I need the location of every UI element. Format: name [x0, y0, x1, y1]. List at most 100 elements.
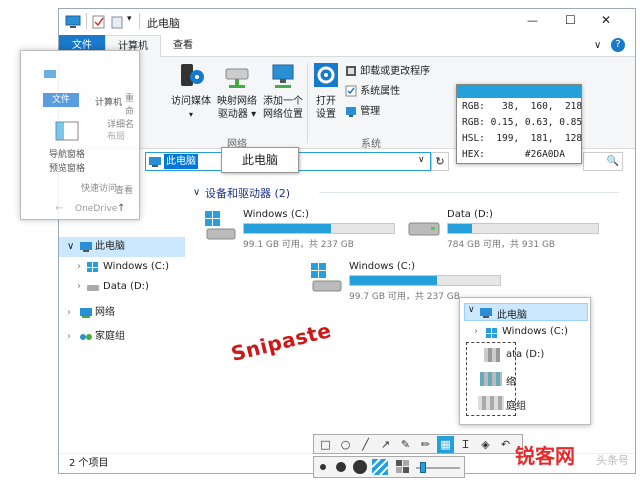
nav-item-homegroup[interactable]: › 家庭组: [59, 327, 185, 347]
nav-item-this-pc[interactable]: ∨ 此电脑: [59, 237, 185, 257]
ellipse-tool-icon[interactable]: ○: [337, 436, 354, 453]
chevron-right-icon[interactable]: ›: [77, 277, 81, 297]
drive-tile[interactable]: Windows (C:) 99.1 GB 可用，共 237 GB: [203, 207, 403, 251]
windows-drive-icon: [87, 262, 98, 272]
refresh-button[interactable]: ↻: [431, 152, 449, 171]
drive-usage-bar: [243, 223, 395, 234]
chevron-right-icon[interactable]: ›: [67, 303, 71, 323]
system-properties-label: 系统属性: [360, 86, 401, 97]
marker-tool-icon[interactable]: ✏: [417, 436, 434, 453]
new-folder-icon[interactable]: [111, 15, 123, 29]
nav-item-network[interactable]: › 网络: [59, 303, 185, 323]
computer-icon: [44, 70, 56, 78]
annotation-toolbar: □ ○ ╱ ↗ ✎ ✏ ▦ Ｉ ◈ ↶: [313, 434, 523, 454]
computer-icon: [149, 157, 161, 167]
ghost-arrow-left-icon: ←: [55, 203, 64, 214]
map-drive-label: 映射网络: [217, 96, 257, 107]
system-properties-button[interactable]: 系统属性: [345, 85, 400, 99]
nav-item-windows-c[interactable]: › Windows (C:): [59, 257, 185, 277]
eraser-tool-icon[interactable]: ◈: [477, 436, 494, 453]
open-settings-button[interactable]: 打开 设置: [311, 61, 341, 121]
access-media-button[interactable]: 访问媒体 ▾: [171, 61, 211, 121]
mosaic-block: [480, 372, 502, 386]
color-swatch: [457, 85, 581, 98]
nav-windows-c-label: Windows (C:): [103, 261, 169, 272]
address-dropdown-icon[interactable]: ∨: [418, 155, 425, 165]
nav-homegroup-label: 家庭组: [95, 331, 125, 342]
add-network-location-button[interactable]: 添加一个 网络位置: [261, 61, 305, 121]
properties-icon[interactable]: [92, 15, 106, 29]
tab-view[interactable]: 查看: [163, 35, 203, 57]
pen-tool-icon[interactable]: ✎: [397, 436, 414, 453]
nav-data-d-label: Data (D:): [103, 281, 149, 292]
drive-tile[interactable]: Data (D:) 784 GB 可用，共 931 GB: [407, 207, 607, 251]
size-slider-handle[interactable]: [420, 462, 426, 473]
pinned-snippet[interactable]: 文件 计算机 重命名 详细 布局 导航窗格 预览窗格 快速访问 查看 OneDr…: [20, 50, 140, 220]
drive-size: 99.7 GB 可用，共 237 GB: [349, 292, 460, 302]
ghost-arrow-up-icon: ↑: [117, 203, 126, 214]
quick-access-dropdown[interactable]: ▾: [127, 14, 132, 24]
mosaic-tool-icon[interactable]: ▦: [437, 436, 454, 453]
nav-item-data-d[interactable]: › Data (D:): [59, 277, 185, 297]
ghost-nav-pane: 导航窗格: [49, 150, 86, 160]
mini-data-d-label: ata (D:): [506, 349, 545, 360]
group-label-system: 系统: [361, 139, 381, 150]
small-dot-icon[interactable]: [318, 462, 328, 472]
computer-icon: [80, 242, 92, 252]
add-location-label2: 网络位置: [263, 109, 303, 120]
close-button[interactable]: ✕: [601, 13, 611, 27]
title-bar: ▾ 此电脑 — ☐ ✕: [59, 9, 635, 35]
search-icon: 🔍: [606, 156, 619, 167]
annotation-style-toolbar: [313, 456, 465, 478]
minimize-button[interactable]: —: [527, 14, 538, 27]
mini-homegroup-label: 庭组: [506, 401, 526, 412]
chevron-right-icon[interactable]: ›: [77, 257, 81, 277]
manage-button[interactable]: 管理: [345, 105, 380, 119]
open-settings-label2: 设置: [316, 109, 336, 120]
chevron-down-icon[interactable]: ∨: [67, 237, 74, 257]
hex-line: HEX: #26A0DA: [462, 149, 565, 160]
maximize-button[interactable]: ☐: [565, 13, 576, 27]
ghost-layout: 布局: [107, 132, 126, 142]
ghost-preview-pane: 预览窗格: [49, 164, 86, 174]
text-tool-icon[interactable]: Ｉ: [457, 436, 474, 453]
pinned-tree-snippet[interactable]: ∨ 此电脑 › Windows (C:) ata (D:) 络 庭组: [459, 297, 591, 425]
chevron-right-icon[interactable]: ›: [67, 327, 71, 347]
uninstall-program-button[interactable]: 卸载或更改程序: [345, 65, 430, 79]
windows-drive-icon: [205, 211, 236, 240]
undo-tool-icon[interactable]: ↶: [497, 436, 514, 453]
mosaic-block: [484, 348, 500, 362]
search-box[interactable]: 🔍: [583, 152, 623, 171]
section-chevron-icon[interactable]: ∨: [193, 187, 200, 198]
drive-name: Data (D:): [447, 209, 493, 220]
open-settings-label: 打开: [316, 96, 336, 107]
drive-size: 99.1 GB 可用，共 237 GB: [243, 240, 354, 250]
drive-size: 784 GB 可用，共 931 GB: [447, 240, 556, 250]
mini-item-this-pc: ∨ 此电脑: [464, 303, 588, 321]
mosaic-block: [478, 396, 504, 410]
ghost-onedrive: OneDrive: [75, 204, 118, 214]
mosaic-style-icon[interactable]: [372, 459, 388, 475]
computer-icon: [65, 15, 81, 28]
medium-dot-icon[interactable]: [334, 460, 348, 474]
ghost-tab-file: 文件: [43, 93, 79, 107]
ribbon-expand-icon[interactable]: ∨: [594, 40, 601, 51]
homegroup-icon: [80, 334, 92, 340]
blur-icon[interactable]: [396, 460, 410, 474]
uninstall-icon: [346, 66, 356, 76]
drive-name: Windows (C:): [243, 209, 309, 220]
hard-drive-icon: [408, 222, 440, 236]
network-icon: [80, 308, 92, 318]
section-title[interactable]: 设备和驱动器 (2): [205, 185, 290, 201]
drive-usage-bar: [447, 223, 599, 234]
hard-drive-icon: [87, 285, 99, 291]
nav-pane-icon: [55, 121, 79, 141]
help-icon[interactable]: ?: [611, 38, 625, 52]
line-tool-icon[interactable]: ╱: [357, 436, 374, 453]
ghost-rename: 重命名: [125, 94, 135, 130]
map-drive-button[interactable]: 映射网络 驱动器 ▾: [215, 61, 259, 121]
large-dot-icon[interactable]: [352, 459, 368, 475]
system-properties-icon: [345, 85, 357, 97]
rectangle-tool-icon[interactable]: □: [317, 436, 334, 453]
arrow-tool-icon[interactable]: ↗: [377, 436, 394, 453]
